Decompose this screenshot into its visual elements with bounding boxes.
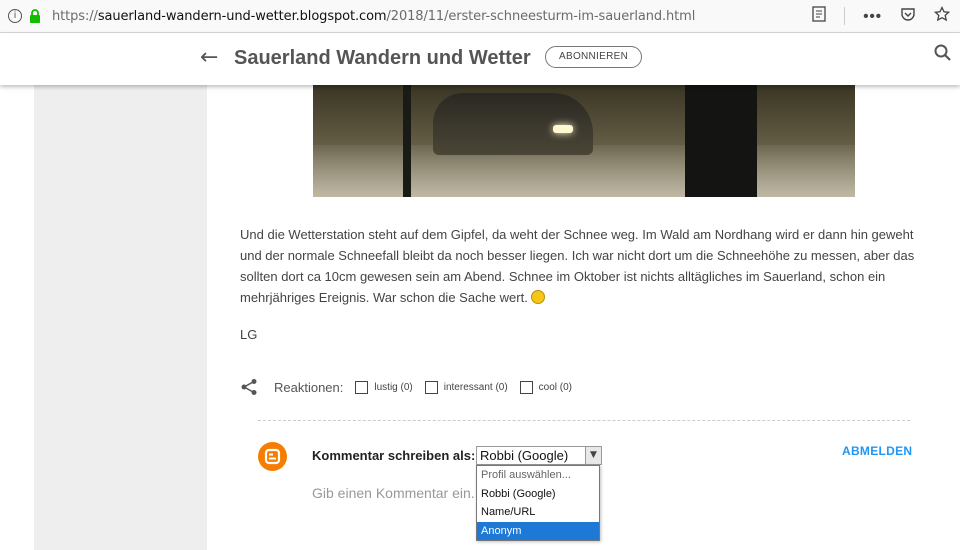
reaction-cool[interactable]: cool (0) [519, 380, 573, 394]
toolbar-divider [844, 7, 846, 25]
dropdown-option[interactable]: Name/URL [477, 503, 599, 522]
comment-input[interactable]: Gib einen Kommentar ein... [312, 485, 482, 501]
more-actions-icon[interactable]: ••• [863, 8, 882, 25]
browser-url-bar[interactable]: i https://sauerland-wandern-und-wetter.b… [0, 0, 960, 33]
dropdown-option: Profil auswählen... [481, 469, 571, 481]
checkbox[interactable] [424, 380, 438, 394]
blog-header: ← Sauerland Wandern und Wetter ABONNIERE… [0, 33, 960, 85]
sidebar-panel [34, 85, 207, 550]
selected-profile: Robbi (Google) [480, 448, 569, 463]
dropdown-option[interactable]: Robbi (Google) [477, 485, 599, 504]
blogger-logo-icon [258, 442, 287, 471]
reaction-label: lustig (0) [374, 381, 413, 393]
url-text[interactable]: https://sauerland-wandern-und-wetter.blo… [52, 9, 695, 24]
reactions-bar: Reaktionen: lustig (0) interessant (0) c… [240, 376, 584, 398]
search-icon[interactable] [933, 43, 953, 63]
profile-dropdown[interactable]: Profil auswählen... Robbi (Google) Name/… [476, 465, 600, 541]
info-icon[interactable]: i [8, 9, 22, 23]
post-photo[interactable] [313, 85, 855, 197]
post-paragraph: Und die Wetterstation steht auf dem Gipf… [240, 224, 930, 308]
url-prefix: https:// [52, 8, 98, 24]
back-arrow-icon[interactable]: ← [200, 45, 218, 70]
url-host: sauerland-wandern-und-wetter.blogspot.co… [97, 8, 387, 24]
post-text: Und die Wetterstation steht auf dem Gipf… [240, 227, 915, 305]
dropdown-option[interactable]: Anonym [477, 521, 599, 540]
chevron-down-icon[interactable]: ▼ [585, 447, 601, 464]
checkbox[interactable] [519, 380, 533, 394]
bookmark-star-icon[interactable] [933, 5, 951, 26]
checkbox[interactable] [355, 380, 369, 394]
reactions-label: Reaktionen: [274, 379, 344, 395]
pocket-icon[interactable] [900, 6, 916, 26]
url-path: /2018/11/erster-schneesturm-im-sauerland… [386, 8, 696, 24]
subscribe-button[interactable]: ABONNIEREN [545, 46, 643, 68]
reaction-lustig[interactable]: lustig (0) [355, 380, 413, 394]
smiley-emoji-icon [531, 290, 546, 304]
logout-button[interactable]: ABMELDEN [842, 444, 912, 458]
profile-select[interactable]: Robbi (Google) ▼ [476, 446, 602, 465]
reaction-label: cool (0) [538, 381, 573, 393]
share-icon[interactable] [240, 378, 258, 396]
reader-view-icon[interactable] [812, 6, 826, 26]
post-signoff: LG [240, 327, 258, 342]
comments-divider [258, 420, 910, 421]
reaction-label: interessant (0) [443, 381, 508, 393]
blog-title[interactable]: Sauerland Wandern und Wetter [234, 47, 531, 70]
lock-icon [28, 9, 42, 23]
page-margin [0, 85, 34, 550]
comment-as-label: Kommentar schreiben als: [312, 448, 476, 463]
reaction-interessant[interactable]: interessant (0) [424, 380, 508, 394]
